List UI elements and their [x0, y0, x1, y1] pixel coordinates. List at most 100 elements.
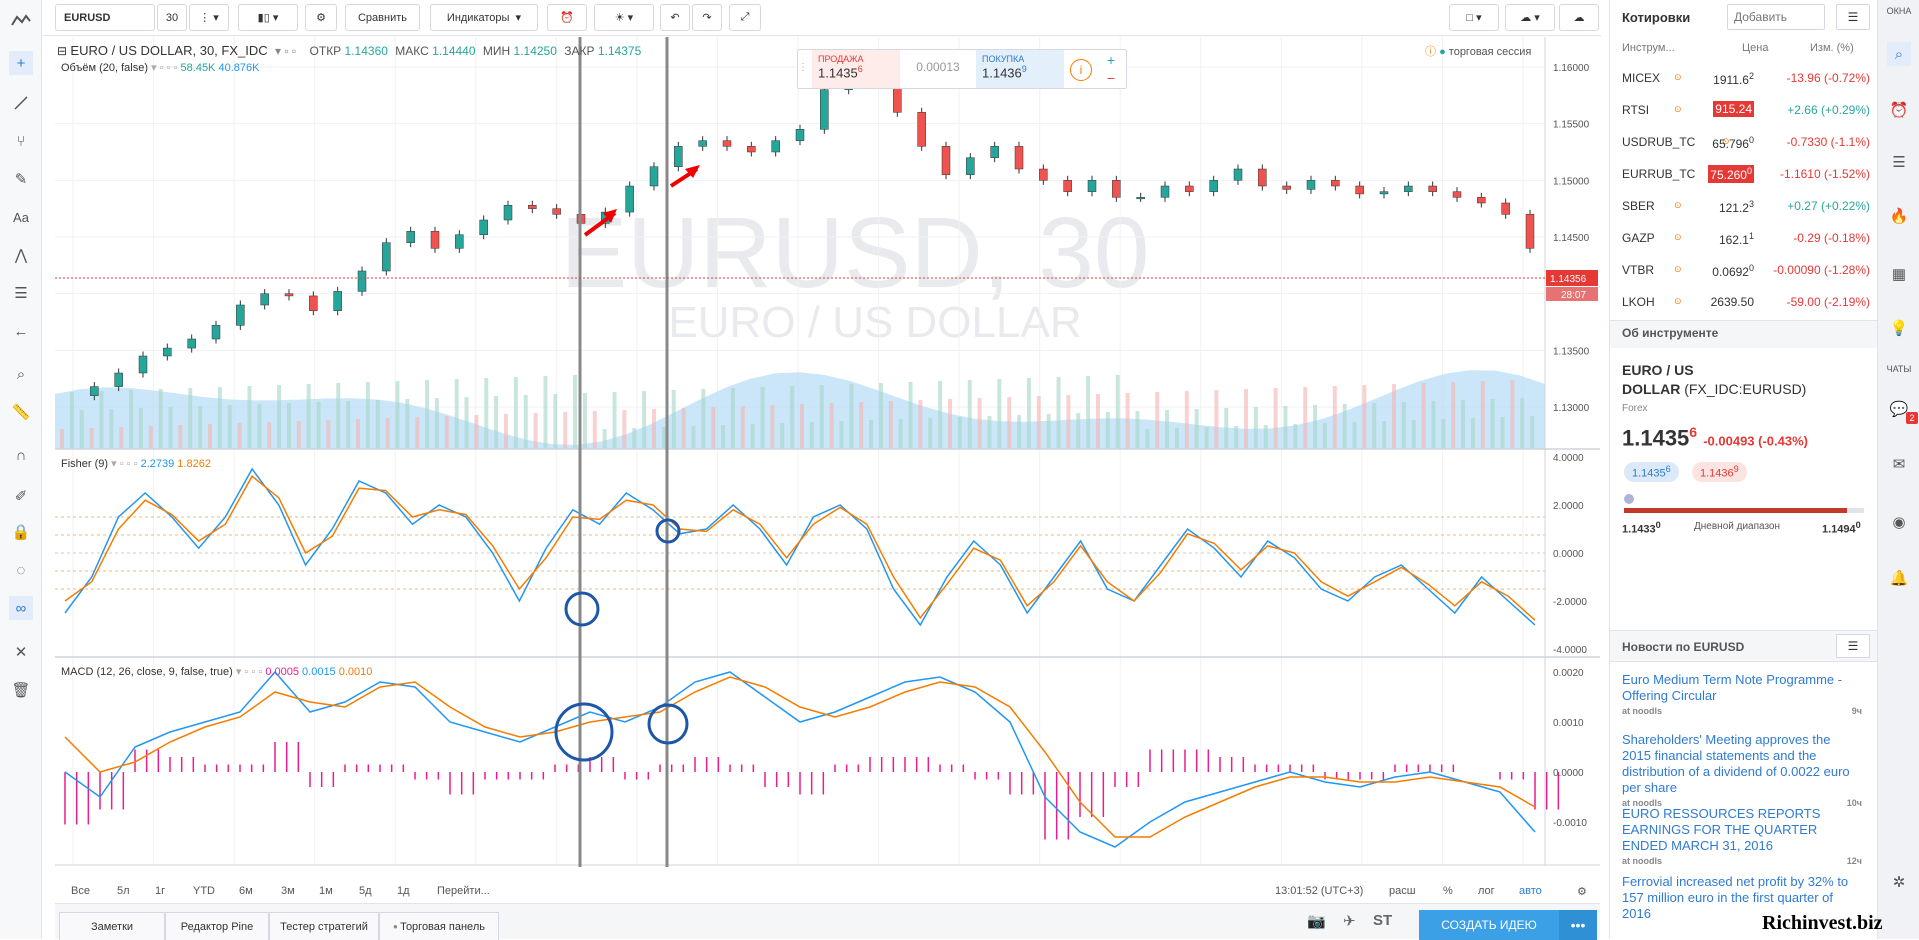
news-item-title[interactable]: EURO RESSOURCES REPORTS EARNINGS FOR THE…	[1622, 806, 1862, 854]
fork-icon[interactable]: ⑂	[9, 129, 33, 153]
sell-button[interactable]: ПРОДАЖА 1.14356	[812, 50, 900, 88]
crosshair-icon[interactable]: +	[9, 51, 33, 75]
private-chat-icon[interactable]: ✉	[1887, 452, 1911, 476]
interval-dropdown-icon[interactable]: ⋮ ▾	[189, 4, 229, 31]
range-1y[interactable]: 1г	[155, 885, 165, 897]
drag-handle[interactable]: ⋮⋮	[798, 50, 818, 88]
goto-button[interactable]: Перейти...	[437, 885, 490, 897]
quote-row[interactable]: EURRUB_TC⊙75.2600-1.1610 (-1.52%)	[1610, 158, 1878, 190]
buy-sup: 9	[1021, 64, 1027, 74]
quote-row[interactable]: MICEX ⊙ 1911.62 -13.96 (-0.72%)	[1610, 62, 1878, 94]
redo-icon[interactable]: ↷	[692, 4, 722, 31]
layout-button[interactable]: □ ▾	[1449, 4, 1499, 31]
opt-auto[interactable]: авто	[1519, 885, 1542, 897]
alert-add-icon[interactable]: ⏰	[547, 4, 587, 31]
buy-button[interactable]: ПОКУПКА 1.14369	[976, 50, 1064, 88]
tools-icon[interactable]: ✕	[9, 640, 33, 664]
range-low-sup: 0	[1655, 520, 1661, 530]
text-icon[interactable]: Aa	[9, 205, 33, 229]
range-1m[interactable]: 1м	[319, 885, 333, 897]
fullscreen-icon[interactable]: ⤢	[729, 4, 761, 31]
camera-icon[interactable]: 📷	[1307, 912, 1326, 930]
flame-icon[interactable]: 🔥	[1887, 204, 1911, 228]
chart-area[interactable]: EURUSD, 30 EURO / US DOLLAR 1.16000 1.155…	[55, 37, 1600, 898]
opt-ext[interactable]: расш	[1389, 885, 1416, 897]
sell-sup: 6	[857, 64, 863, 74]
pattern-icon[interactable]: ⋀	[9, 243, 33, 267]
bug-icon[interactable]: ✲	[1887, 870, 1911, 894]
settings-icon[interactable]: ⚙	[1577, 885, 1587, 898]
news-item[interactable]: Shareholders' Meeting approves the 2015 …	[1622, 732, 1862, 808]
twitter-icon[interactable]: ✈	[1343, 912, 1356, 930]
watchlist-icon[interactable]: ⌕	[1887, 42, 1911, 66]
range-all[interactable]: Все	[71, 885, 90, 897]
tab-trading-panel[interactable]: ● Торговая панель	[379, 912, 499, 940]
quote-row[interactable]: GAZP ⊙ 162.11 -0.29 (-0.18%)	[1610, 222, 1878, 254]
range-5d[interactable]: 5д	[359, 885, 372, 897]
bulb-icon[interactable]: ☀ ▾	[594, 4, 654, 31]
alarm-icon[interactable]: ⏰	[1887, 98, 1911, 122]
link-icon[interactable]: ∞	[9, 596, 33, 620]
indicators-button[interactable]: Индикаторы ▾	[430, 4, 538, 31]
tab-notes[interactable]: Заметки	[59, 912, 165, 940]
list-menu-icon[interactable]: ☰	[1836, 4, 1870, 30]
add-symbol-input[interactable]	[1727, 4, 1825, 30]
range-ytd[interactable]: YTD	[193, 885, 215, 897]
pencil-icon[interactable]: ✐	[9, 484, 33, 508]
col-change[interactable]: Изм. (%)	[1810, 42, 1854, 54]
news-item[interactable]: EURO RESSOURCES REPORTS EARNINGS FOR THE…	[1622, 806, 1862, 866]
lock-icon[interactable]: 🔒	[9, 520, 33, 544]
logo-icon[interactable]	[9, 8, 33, 32]
minus-icon[interactable]: −	[1102, 70, 1120, 86]
quote-row[interactable]: VTBR ⊙ 0.06920 -0.00090 (-1.28%)	[1610, 254, 1878, 286]
news-item-title[interactable]: Euro Medium Term Note Programme - Offeri…	[1622, 672, 1862, 704]
idea-icon[interactable]: 💡	[1887, 316, 1911, 340]
symbol-input[interactable]: EURUSD	[55, 4, 155, 31]
calendar-icon[interactable]: ▦	[1887, 262, 1911, 286]
cloud-upload-icon[interactable]: ☁	[1559, 4, 1599, 31]
brush-icon[interactable]: ✎	[9, 167, 33, 191]
gear-icon[interactable]: ⚙	[305, 4, 337, 31]
tab-pine-editor[interactable]: Редактор Pine	[165, 912, 269, 940]
opt-log[interactable]: лог	[1478, 885, 1495, 897]
magnet-icon[interactable]: ∩	[9, 443, 33, 467]
range-5y[interactable]: 5л	[117, 885, 130, 897]
fib-icon[interactable]: ☰	[9, 281, 33, 305]
plus-icon[interactable]: +	[1102, 52, 1120, 68]
collapse-icon[interactable]: ⊟	[57, 44, 67, 58]
arrow-left-icon[interactable]: ←	[9, 319, 33, 343]
quote-row[interactable]: RTSI ⊙ 915.24 +2.66 (+0.29%)	[1610, 94, 1878, 126]
broadcast-icon[interactable]: ◉	[1887, 510, 1911, 534]
chart-canvas[interactable]: EURUSD, 30 EURO / US DOLLAR 1.16000 1.155…	[55, 37, 1600, 867]
notification-icon[interactable]: 🔔	[1887, 566, 1911, 590]
news-item-title[interactable]: Shareholders' Meeting approves the 2015 …	[1622, 732, 1862, 796]
range-3m[interactable]: 3м	[281, 885, 295, 897]
publish-idea-button[interactable]: СОЗДАТЬ ИДЕЮ	[1419, 910, 1559, 940]
trash-icon[interactable]: 🗑	[9, 678, 33, 702]
more-icon[interactable]: •••	[1559, 910, 1597, 940]
candle-style-button[interactable]: ▮▯ ▾	[238, 4, 298, 31]
interval-select[interactable]: 30	[157, 4, 187, 31]
range-6m[interactable]: 6м	[239, 885, 253, 897]
quote-row[interactable]: USDRUB_TC ⊙ 65.7960 -0.7330 (-1.1%)	[1610, 126, 1878, 158]
range-1d[interactable]: 1д	[397, 885, 410, 897]
ruler-icon[interactable]: 📏	[9, 400, 33, 424]
trend-line-icon[interactable]	[9, 91, 33, 115]
opt-percent[interactable]: %	[1443, 885, 1453, 897]
stocktwits-icon[interactable]: ST	[1373, 912, 1392, 929]
news-menu-icon[interactable]: ☰	[1836, 634, 1870, 658]
quote-row[interactable]: LKOH ⊙ 2639.50 -59.00 (-2.19%)	[1610, 286, 1878, 318]
undo-icon[interactable]: ↶	[660, 4, 690, 31]
eye-off-icon[interactable]: ◌	[9, 558, 33, 582]
col-price[interactable]: Цена	[1742, 42, 1768, 54]
order-info-icon[interactable]: i	[1070, 59, 1092, 81]
cloud-save-icon[interactable]: ☁ ▾	[1505, 4, 1555, 31]
news-icon[interactable]: ☰	[1887, 150, 1911, 174]
col-instrument[interactable]: Инструм...	[1622, 42, 1675, 54]
compare-button[interactable]: Сравнить	[345, 4, 420, 31]
quote-row[interactable]: SBER ⊙ 121.23 +0.27 (+0.22%)	[1610, 190, 1878, 222]
tab-strategy-tester[interactable]: Тестер стратегий	[269, 912, 379, 940]
info-icon[interactable]: ⓘ	[1425, 46, 1436, 58]
zoom-icon[interactable]: ⌕	[9, 362, 33, 386]
news-item[interactable]: Euro Medium Term Note Programme - Offeri…	[1622, 672, 1862, 716]
